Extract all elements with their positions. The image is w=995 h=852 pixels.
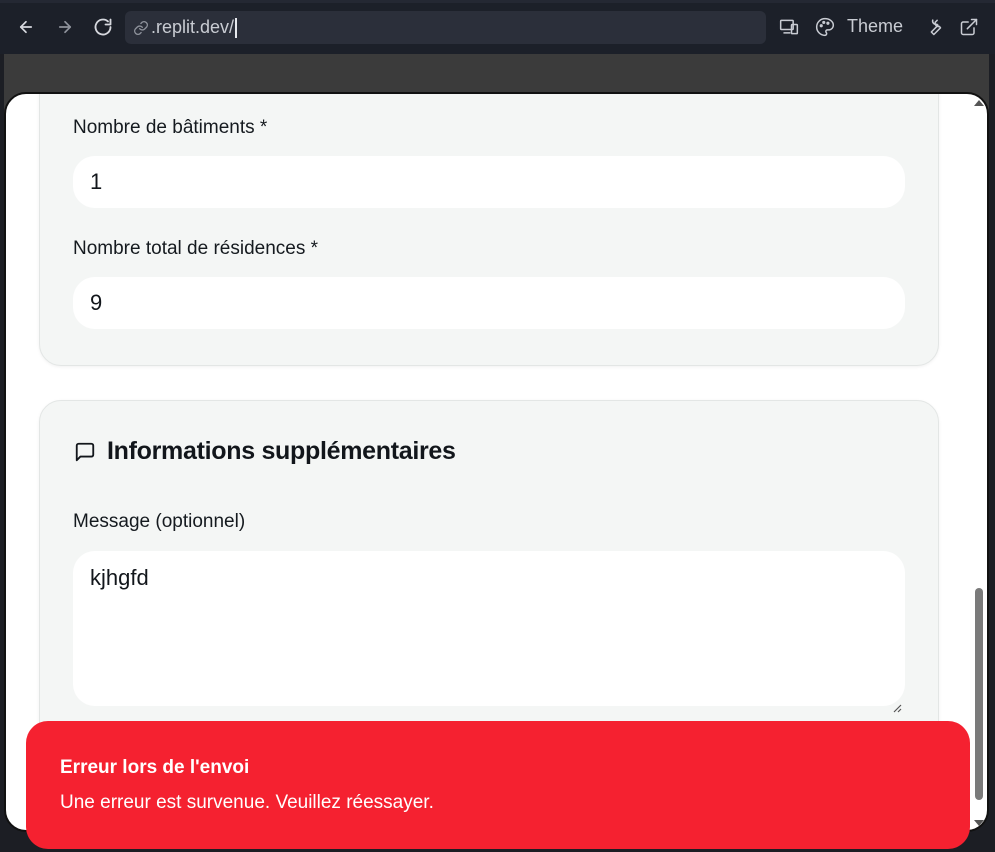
buildings-input[interactable]: 1 — [73, 156, 905, 208]
back-arrow-icon[interactable] — [12, 13, 40, 41]
buildings-value: 1 — [90, 169, 103, 194]
message-value: kjhgfd — [90, 565, 149, 590]
residences-label: Nombre total de résidences * — [73, 238, 319, 259]
text-caret — [235, 17, 238, 38]
forward-arrow-icon[interactable] — [51, 13, 79, 41]
message-textarea[interactable]: kjhgfd — [73, 551, 905, 713]
section-title-text: Informations supplémentaires — [107, 437, 456, 465]
toast-title: Erreur lors de l'envoi — [60, 757, 250, 778]
browser-toolbar: .replit.dev/ Theme — [0, 0, 995, 54]
external-link-icon[interactable] — [956, 14, 982, 40]
devices-icon[interactable] — [776, 14, 802, 40]
reload-icon[interactable] — [89, 13, 117, 41]
residences-value: 9 — [90, 290, 103, 315]
residences-input[interactable]: 9 — [73, 277, 905, 329]
url-text: .replit.dev/ — [151, 17, 235, 37]
resize-handle-icon[interactable] — [892, 693, 902, 713]
scroll-down-icon[interactable] — [974, 820, 984, 826]
error-toast[interactable]: Erreur lors de l'envoi Une erreur est su… — [26, 721, 970, 849]
scrollbar[interactable] — [973, 94, 987, 830]
buildings-label: Nombre de bâtiments * — [73, 117, 268, 138]
wrench-icon[interactable] — [920, 14, 946, 40]
url-bar[interactable]: .replit.dev/ — [125, 11, 766, 44]
building-info-card: Nombre de bâtiments * 1 Nombre total de … — [39, 94, 939, 366]
theme-button[interactable]: Theme — [847, 16, 903, 37]
scroll-up-icon[interactable] — [974, 100, 984, 106]
tab-strip — [0, 0, 995, 3]
palette-icon[interactable] — [812, 14, 838, 40]
message-label: Message (optionnel) — [73, 511, 246, 532]
message-square-icon — [73, 440, 97, 464]
section-title: Informations supplémentaires — [73, 437, 456, 466]
toast-description: Une erreur est survenue. Veuillez réessa… — [60, 792, 434, 813]
scrollbar-thumb[interactable] — [975, 588, 983, 800]
link-icon — [131, 18, 151, 38]
